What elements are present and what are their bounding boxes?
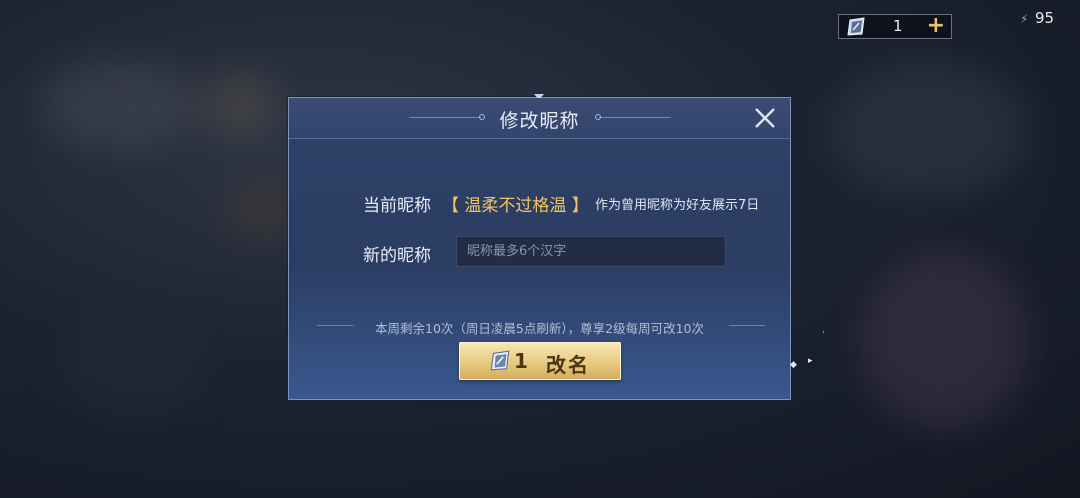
lightning-icon: ⚡ xyxy=(1020,12,1029,26)
dialog-header: 修改昵称 xyxy=(289,98,790,139)
background-blur xyxy=(830,60,1030,200)
info-decoration xyxy=(729,325,765,326)
current-nickname: 【 温柔不过格温 】 xyxy=(442,196,589,216)
add-card-button[interactable]: + xyxy=(927,14,945,38)
new-nickname-label: 新的昵称 xyxy=(363,246,431,266)
background-blur xyxy=(200,70,280,140)
dialog-title: 修改昵称 xyxy=(499,110,580,132)
rename-button-label: 改名 xyxy=(546,353,590,377)
rename-card-icon xyxy=(490,350,510,371)
rename-card-count: 1 xyxy=(893,17,903,35)
rename-button[interactable]: 1 改名 xyxy=(459,342,621,380)
current-nickname-label: 当前昵称 xyxy=(363,196,431,216)
sparkle-icon: · xyxy=(822,328,825,338)
nickname-input[interactable] xyxy=(456,236,726,267)
rename-cost: 1 xyxy=(514,349,528,373)
sparkle-icon: ◆ xyxy=(790,360,797,370)
title-decoration xyxy=(599,117,671,118)
background-blur xyxy=(60,300,210,420)
former-name-note: 作为曾用昵称为好友展示7日 xyxy=(595,198,760,213)
close-icon[interactable] xyxy=(751,104,779,132)
remaining-changes-info: 本周剩余10次（周日凌晨5点刷新），尊享2级每周可改10次 xyxy=(375,321,704,336)
rename-card-icon xyxy=(847,17,865,36)
background-blur xyxy=(40,60,200,150)
rename-dialog: 修改昵称 当前昵称 【 温柔不过格温 】 作为曾用昵称为好友展示7日 新的昵称 … xyxy=(288,94,791,400)
signal-value: 95 xyxy=(1035,9,1055,27)
rename-card-counter: 1 + xyxy=(838,14,952,39)
background-blur xyxy=(860,250,1030,430)
sparkle-icon: ▸ xyxy=(808,356,813,366)
